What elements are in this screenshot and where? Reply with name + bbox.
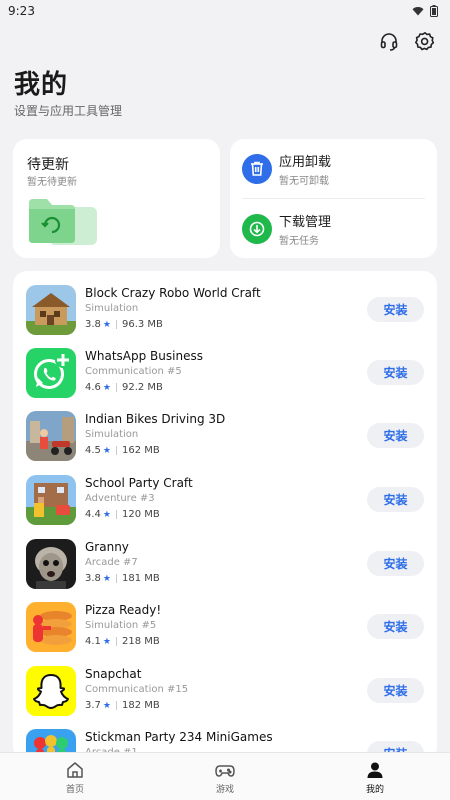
- app-name: Granny: [85, 540, 129, 554]
- app-category: Communication #15: [85, 684, 189, 695]
- app-rating: 4.1: [85, 636, 101, 647]
- star-icon: ★: [102, 636, 111, 647]
- page-title: 我的: [14, 70, 69, 100]
- uninstall-subtitle: 暂无可卸载: [279, 175, 329, 187]
- app-name: Indian Bikes Driving 3D: [85, 412, 226, 426]
- uninstall-apps-entry[interactable]: 应用卸载 暂无可卸载: [242, 146, 425, 191]
- status-bar: 9:23: [0, 0, 450, 22]
- list-item[interactable]: Indian Bikes Driving 3D Simulation 4.5 ★ 1…: [26, 411, 424, 463]
- app-name: Stickman Party 234 MiniGames: [85, 730, 273, 744]
- snapchat-app-icon: [26, 666, 76, 716]
- nav-home[interactable]: 首页: [0, 753, 150, 800]
- whatsapp-business-app-icon: [26, 348, 76, 398]
- star-icon: ★: [102, 445, 111, 456]
- headset-icon: [380, 33, 398, 51]
- block-craft-app-icon: [26, 285, 76, 335]
- recommended-apps-list: Block Crazy Robo World Craft Simulation …: [13, 271, 437, 761]
- school-party-app-icon: [26, 475, 76, 525]
- nav-mine[interactable]: 我的: [300, 753, 450, 800]
- app-size: 162 MB: [121, 445, 160, 456]
- nav-home-label: 首页: [65, 785, 84, 795]
- customer-service-button[interactable]: [378, 30, 400, 52]
- app-name: WhatsApp Business: [85, 349, 203, 363]
- install-button[interactable]: 安装: [367, 487, 424, 512]
- download-manager-entry[interactable]: 下载管理 暂无任务: [242, 206, 425, 251]
- app-size: 96.3 MB: [121, 319, 163, 330]
- install-button[interactable]: 安装: [367, 678, 424, 703]
- app-size: 120 MB: [121, 509, 160, 520]
- app-rating: 4.6: [85, 382, 101, 393]
- app-category: Simulation: [85, 303, 139, 314]
- app-rating: 3.8: [85, 573, 101, 584]
- install-button[interactable]: 安装: [367, 614, 424, 639]
- nav-games-label: 游戏: [215, 785, 234, 795]
- app-size: 182 MB: [121, 700, 160, 711]
- install-button[interactable]: 安装: [367, 551, 424, 576]
- indian-bikes-app-icon: [26, 411, 76, 461]
- list-item[interactable]: School Party Craft Adventure #3 4.4 ★ 120 …: [26, 475, 424, 527]
- app-name: Pizza Ready!: [85, 603, 162, 617]
- home-icon: [67, 762, 83, 778]
- tools-divider: [242, 198, 425, 199]
- top-actions: [378, 30, 436, 52]
- app-category: Adventure #3: [85, 493, 155, 504]
- app-category: Simulation #5: [85, 620, 157, 631]
- settings-button[interactable]: [414, 30, 436, 52]
- app-name: Snapchat: [85, 667, 142, 681]
- download-manager-subtitle: 暂无任务: [279, 235, 319, 247]
- list-item[interactable]: Block Crazy Robo World Craft Simulation …: [26, 285, 424, 337]
- app-rating: 4.5: [85, 445, 101, 456]
- star-icon: ★: [102, 509, 111, 520]
- download-manager-title: 下载管理: [279, 214, 332, 230]
- install-button[interactable]: 安装: [367, 423, 424, 448]
- list-item[interactable]: Pizza Ready! Simulation #5 4.1 ★ 218 MB 安装: [26, 602, 424, 654]
- star-icon: ★: [102, 573, 111, 584]
- page-subtitle: 设置与应用工具管理: [14, 104, 123, 118]
- pizza-ready-app-icon: [26, 602, 76, 652]
- install-button[interactable]: 安装: [367, 360, 424, 385]
- app-size: 181 MB: [121, 573, 160, 584]
- gamepad-icon: [215, 765, 235, 777]
- uninstall-title: 应用卸载: [279, 154, 332, 170]
- app-rating: 3.8: [85, 319, 101, 330]
- list-item[interactable]: Granny Arcade #7 3.8 ★ 181 MB 安装: [26, 539, 424, 591]
- list-item[interactable]: WhatsApp Business Communication #5 4.6 ★ 9…: [26, 348, 424, 400]
- pending-updates-subtitle: 暂无待更新: [27, 177, 77, 188]
- app-category: Communication #5: [85, 366, 182, 377]
- app-name: School Party Craft: [85, 476, 193, 490]
- app-size: 92.2 MB: [121, 382, 163, 393]
- app-category: Arcade #7: [85, 557, 138, 568]
- update-folder-icon: [29, 199, 97, 245]
- star-icon: ★: [102, 382, 111, 393]
- app-rating: 4.4: [85, 509, 101, 520]
- pending-updates-card[interactable]: 待更新 暂无待更新: [13, 139, 220, 258]
- tools-card: 应用卸载 暂无可卸载 下载管理 暂无任务: [230, 139, 437, 258]
- download-icon: [249, 221, 265, 236]
- app-rating: 3.7: [85, 700, 101, 711]
- bottom-nav: 首页 游戏 我的: [0, 752, 450, 800]
- star-icon: ★: [102, 319, 111, 330]
- wifi-icon: [412, 7, 424, 16]
- nav-mine-label: 我的: [365, 785, 384, 795]
- gear-icon: [415, 31, 435, 51]
- person-icon: [367, 762, 383, 778]
- app-size: 218 MB: [121, 636, 160, 647]
- app-name: Block Crazy Robo World Craft: [85, 286, 261, 300]
- pending-updates-title: 待更新: [27, 157, 69, 173]
- battery-icon: [430, 5, 438, 17]
- trash-icon: [251, 161, 263, 176]
- granny-app-icon: [26, 539, 76, 589]
- app-category: Simulation: [85, 429, 139, 440]
- status-time: 9:23: [8, 4, 35, 18]
- star-icon: ★: [102, 700, 111, 711]
- install-button[interactable]: 安装: [367, 297, 424, 322]
- nav-games[interactable]: 游戏: [150, 753, 300, 800]
- list-item[interactable]: Snapchat Communication #15 3.7 ★ 182 MB 安装: [26, 666, 424, 718]
